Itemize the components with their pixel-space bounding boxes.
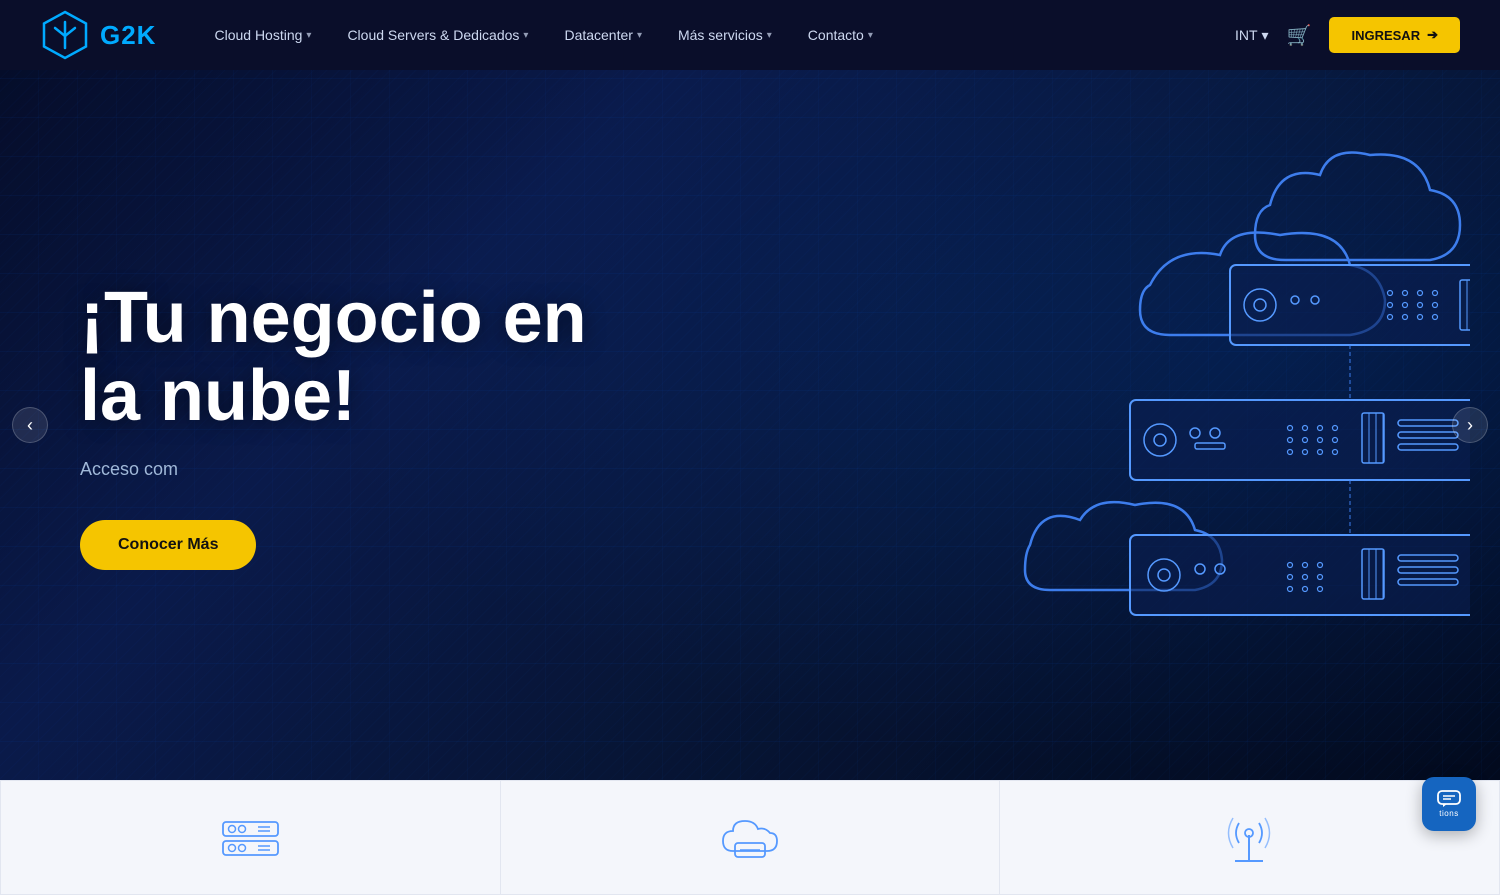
cards-row — [0, 780, 1500, 895]
hero-title: ¡Tu negocio en la nube! — [80, 280, 600, 436]
hero-content: ¡Tu negocio en la nube! Acceso com Conoc… — [0, 280, 680, 571]
chevron-down-icon: ▾ — [523, 30, 528, 41]
chevron-down-icon: ▾ — [637, 30, 642, 41]
cloud-icon — [715, 811, 785, 866]
chevron-down-icon: ▾ — [767, 30, 772, 41]
hero-subtitle: Acceso com — [80, 459, 600, 480]
hero-cta-button[interactable]: Conocer Más — [80, 520, 256, 570]
card-hosting[interactable] — [0, 780, 500, 895]
chat-label: tions — [1439, 809, 1458, 818]
language-selector[interactable]: INT ▾ — [1235, 27, 1269, 44]
nav-links: Cloud Hosting ▾ Cloud Servers & Dedicado… — [196, 0, 1235, 70]
nav-mas-servicios[interactable]: Más servicios ▾ — [660, 0, 790, 70]
antenna-icon — [1215, 811, 1285, 866]
carousel-next[interactable]: › — [1452, 407, 1488, 443]
chevron-down-icon: ▾ — [868, 30, 873, 41]
brand-name: G2K — [100, 20, 156, 51]
brand-logo[interactable]: G2K — [40, 10, 156, 60]
ingresar-button[interactable]: INGRESAR ➔ — [1329, 17, 1460, 53]
chevron-down-icon: ▾ — [306, 30, 311, 41]
logo-icon — [40, 10, 90, 60]
nav-cloud-servers[interactable]: Cloud Servers & Dedicados ▾ — [329, 0, 546, 70]
nav-right: INT ▾ 🛒 INGRESAR ➔ — [1235, 17, 1460, 53]
card-cloud[interactable] — [500, 780, 1000, 895]
cart-icon[interactable]: 🛒 — [1287, 23, 1312, 48]
server-icon — [215, 811, 285, 866]
chat-widget[interactable]: tions — [1422, 777, 1476, 831]
hero-section: ‹ ¡Tu negocio en la nube! Acceso com Con… — [0, 70, 1500, 780]
chevron-down-icon: ▾ — [1262, 27, 1269, 44]
carousel-prev[interactable]: ‹ — [12, 407, 48, 443]
nav-cloud-hosting[interactable]: Cloud Hosting ▾ — [196, 0, 329, 70]
nav-contacto[interactable]: Contacto ▾ — [790, 0, 891, 70]
nav-datacenter[interactable]: Datacenter ▾ — [546, 0, 660, 70]
chat-bubble-icon — [1437, 790, 1461, 808]
navbar: G2K Cloud Hosting ▾ Cloud Servers & Dedi… — [0, 0, 1500, 70]
arrow-right-icon: ➔ — [1427, 27, 1438, 43]
